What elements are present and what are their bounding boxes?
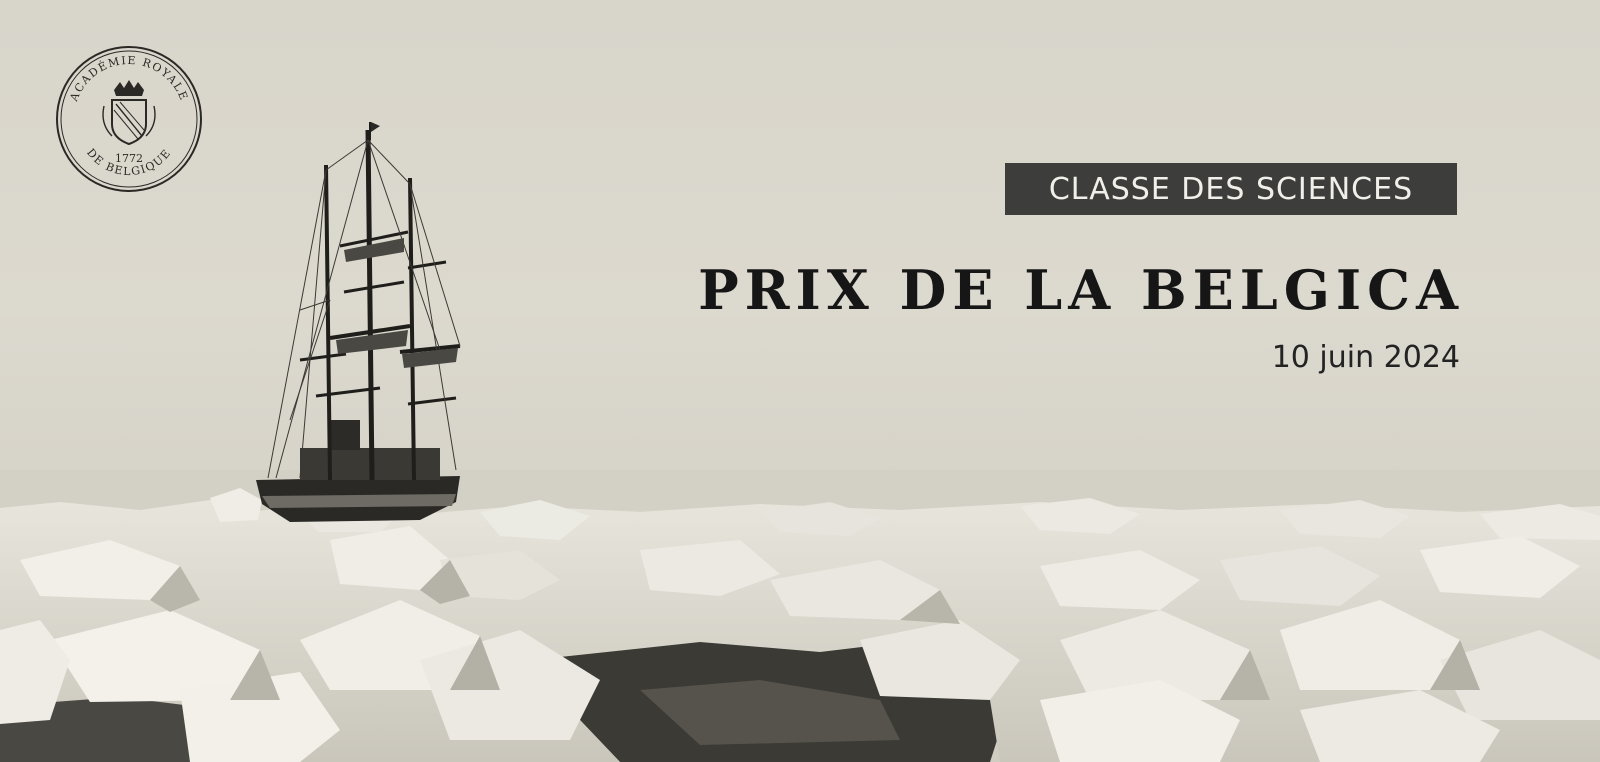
academy-seal: ACADÉMIE ROYALE DE BELGIQUE 1772 bbox=[54, 44, 204, 194]
event-banner: ACADÉMIE ROYALE DE BELGIQUE 1772 CLASSE … bbox=[0, 0, 1600, 762]
seal-year: 1772 bbox=[115, 152, 143, 165]
event-title: PRIX DE LA BELGICA bbox=[698, 258, 1464, 322]
category-tag: CLASSE DES SCIENCES bbox=[1005, 163, 1457, 215]
expedition-photo bbox=[0, 122, 1600, 762]
event-date: 10 juin 2024 bbox=[1271, 340, 1460, 375]
crest-icon bbox=[102, 80, 156, 146]
ship bbox=[256, 122, 461, 522]
